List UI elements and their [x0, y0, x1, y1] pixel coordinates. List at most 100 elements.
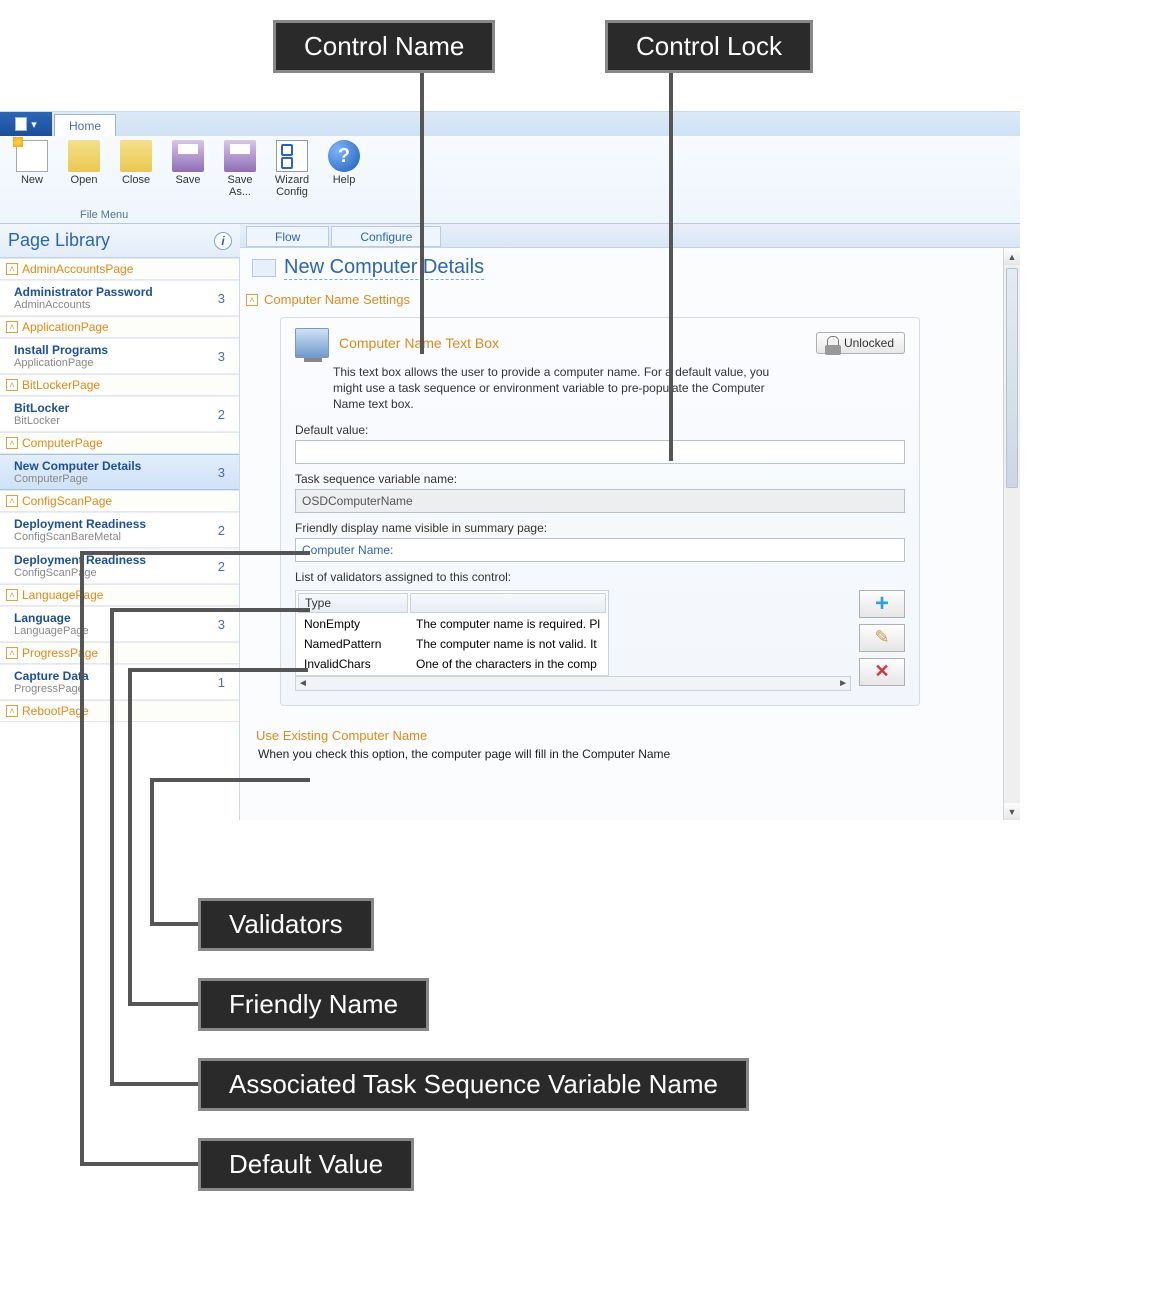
ribbon-tab-home[interactable]: Home	[54, 114, 116, 136]
sidebar-item-bitlocker[interactable]: BitLockerBitLocker 2	[0, 396, 239, 432]
validators-table[interactable]: Type NonEmptyThe computer name is requir…	[295, 590, 609, 676]
page-icon	[252, 259, 276, 277]
panel-header: Computer Name Text Box Unlocked	[295, 328, 905, 358]
default-value-input[interactable]	[295, 440, 905, 464]
callout-line	[150, 778, 154, 926]
edit-validator-button[interactable]: ✎	[859, 624, 905, 652]
computer-icon	[295, 328, 329, 358]
title-bar: ▾ Home	[0, 112, 1020, 136]
sidebar-item-badge: 1	[218, 675, 225, 690]
callout-line	[150, 778, 310, 782]
sidebar-group-bitlocker[interactable]: ˄ BitLockerPage	[0, 374, 239, 396]
callout-line	[128, 668, 308, 672]
sidebar-item-badge: 2	[218, 559, 225, 574]
validator-desc: One of the characters in the comp	[410, 655, 606, 673]
app-window: ▾ Home New Open Close Save Save As... Wi…	[0, 111, 1020, 820]
sidebar-item-badge: 2	[218, 523, 225, 538]
group-label: BitLockerPage	[22, 378, 100, 392]
group-label: RebootPage	[22, 704, 89, 718]
callout-line	[110, 608, 114, 1086]
add-validator-button[interactable]: +	[859, 590, 905, 618]
control-description: This text box allows the user to provide…	[333, 364, 793, 413]
file-menu-button[interactable]: ▾	[0, 112, 52, 136]
chevron-up-icon: ˄	[6, 263, 18, 275]
save-button-label: Save	[175, 174, 200, 186]
tab-configure[interactable]: Configure	[331, 226, 441, 247]
save-as-button[interactable]: Save As...	[216, 140, 264, 198]
control-panel-computer-name-textbox: Computer Name Text Box Unlocked This tex…	[280, 317, 920, 706]
new-button[interactable]: New	[8, 140, 56, 186]
chevron-up-icon: ˄	[6, 379, 18, 391]
validators-col-type[interactable]: Type	[298, 593, 408, 613]
sidebar-item-new-computer-details[interactable]: New Computer DetailsComputerPage 3	[0, 454, 239, 490]
floppy-pen-icon	[224, 140, 256, 172]
delete-validator-button[interactable]: ✕	[859, 658, 905, 686]
sidebar-group-reboot[interactable]: ˄ RebootPage	[0, 700, 239, 722]
new-file-icon	[16, 140, 48, 172]
workspace: Page Library i ˄AdminAccountsPage Admini…	[0, 224, 1020, 820]
sidebar-group-admin[interactable]: ˄ AdminAccountsPage	[0, 258, 239, 280]
save-button[interactable]: Save	[164, 140, 212, 186]
info-icon[interactable]: i	[214, 232, 232, 250]
table-row[interactable]: NonEmptyThe computer name is required. P…	[298, 615, 606, 633]
callout-line	[128, 668, 132, 1006]
section-computer-name-settings[interactable]: ˄ Computer Name Settings	[240, 288, 1020, 311]
validator-desc: The computer name is required. Pl	[410, 615, 606, 633]
close-button[interactable]: Close	[112, 140, 160, 186]
delete-icon: ✕	[874, 661, 889, 682]
help-button[interactable]: ? Help	[320, 140, 368, 186]
scroll-down-icon[interactable]: ▼	[1004, 803, 1020, 820]
sidebar-item-title: Language	[14, 611, 89, 625]
callout-ts-var: Associated Task Sequence Variable Name	[198, 1058, 749, 1111]
callout-validators: Validators	[198, 898, 374, 951]
sidebar-item-deployment-readiness-1[interactable]: Deployment ReadinessConfigScanBareMetal …	[0, 512, 239, 548]
sidebar-item-badge: 3	[218, 349, 225, 364]
new-button-label: New	[21, 174, 43, 186]
chevron-up-icon: ˄	[6, 321, 18, 333]
sidebar-item-badge: 3	[218, 291, 225, 306]
sidebar-group-progress[interactable]: ˄ProgressPage	[0, 642, 239, 664]
chevron-up-icon: ˄	[6, 705, 18, 717]
callout-line	[150, 922, 198, 926]
sidebar-list[interactable]: ˄ AdminAccountsPage Administrator Passwor…	[0, 258, 240, 820]
open-button[interactable]: Open	[60, 140, 108, 186]
group-label: AdminAccountsPage	[22, 262, 133, 276]
scroll-left-icon[interactable]: ◄	[298, 678, 308, 689]
tab-flow[interactable]: Flow	[246, 226, 329, 247]
sidebar-group-computer[interactable]: ˄ComputerPage	[0, 432, 239, 454]
vertical-scrollbar[interactable]: ▲ ▼	[1003, 248, 1020, 820]
plus-icon: +	[875, 590, 889, 618]
page-title-row: New Computer Details	[240, 248, 1020, 288]
table-row[interactable]: InvalidCharsOne of the characters in the…	[298, 655, 606, 673]
sidebar-item-admin-password[interactable]: Administrator PasswordAdminAccounts 3	[0, 280, 239, 316]
help-button-label: Help	[333, 174, 356, 186]
friendly-name-input[interactable]	[295, 538, 905, 562]
floppy-icon	[172, 140, 204, 172]
sidebar-group-configscan[interactable]: ˄ConfigScanPage	[0, 490, 239, 512]
section-label: Computer Name Settings	[264, 292, 410, 307]
group-label: LanguagePage	[22, 588, 103, 602]
chevron-up-icon: ˄	[6, 589, 18, 601]
sidebar-group-application[interactable]: ˄ApplicationPage	[0, 316, 239, 338]
section-use-existing-computer-name[interactable]: Use Existing Computer Name	[240, 718, 1020, 747]
sidebar-group-language[interactable]: ˄ LanguagePage	[0, 584, 239, 606]
document-icon	[15, 117, 27, 131]
section2-description: When you check this option, the computer…	[240, 747, 1020, 761]
validators-label: List of validators assigned to this cont…	[295, 570, 905, 584]
sidebar-item-title: BitLocker	[14, 401, 69, 415]
validators-hscrollbar[interactable]: ◄►	[295, 676, 851, 691]
scroll-up-icon[interactable]: ▲	[1004, 248, 1020, 265]
validators-col-desc[interactable]	[410, 593, 606, 613]
table-row[interactable]: NamedPatternThe computer name is not val…	[298, 635, 606, 653]
folder-open-icon	[68, 140, 100, 172]
sidebar: Page Library i ˄AdminAccountsPage Admini…	[0, 224, 240, 820]
friendly-name-label: Friendly display name visible in summary…	[295, 521, 905, 535]
scrollbar-thumb[interactable]	[1006, 268, 1018, 488]
control-lock-button[interactable]: Unlocked	[816, 332, 905, 354]
scroll-right-icon[interactable]: ►	[838, 678, 848, 689]
group-label: ConfigScanPage	[22, 494, 112, 508]
wizard-config-button[interactable]: Wizard Config	[268, 140, 316, 198]
sidebar-item-install-programs[interactable]: Install ProgramsApplicationPage 3	[0, 338, 239, 374]
validators-row: Type NonEmptyThe computer name is requir…	[295, 590, 905, 691]
main-content: Flow Configure New Computer Details ˄ Co…	[240, 224, 1020, 820]
